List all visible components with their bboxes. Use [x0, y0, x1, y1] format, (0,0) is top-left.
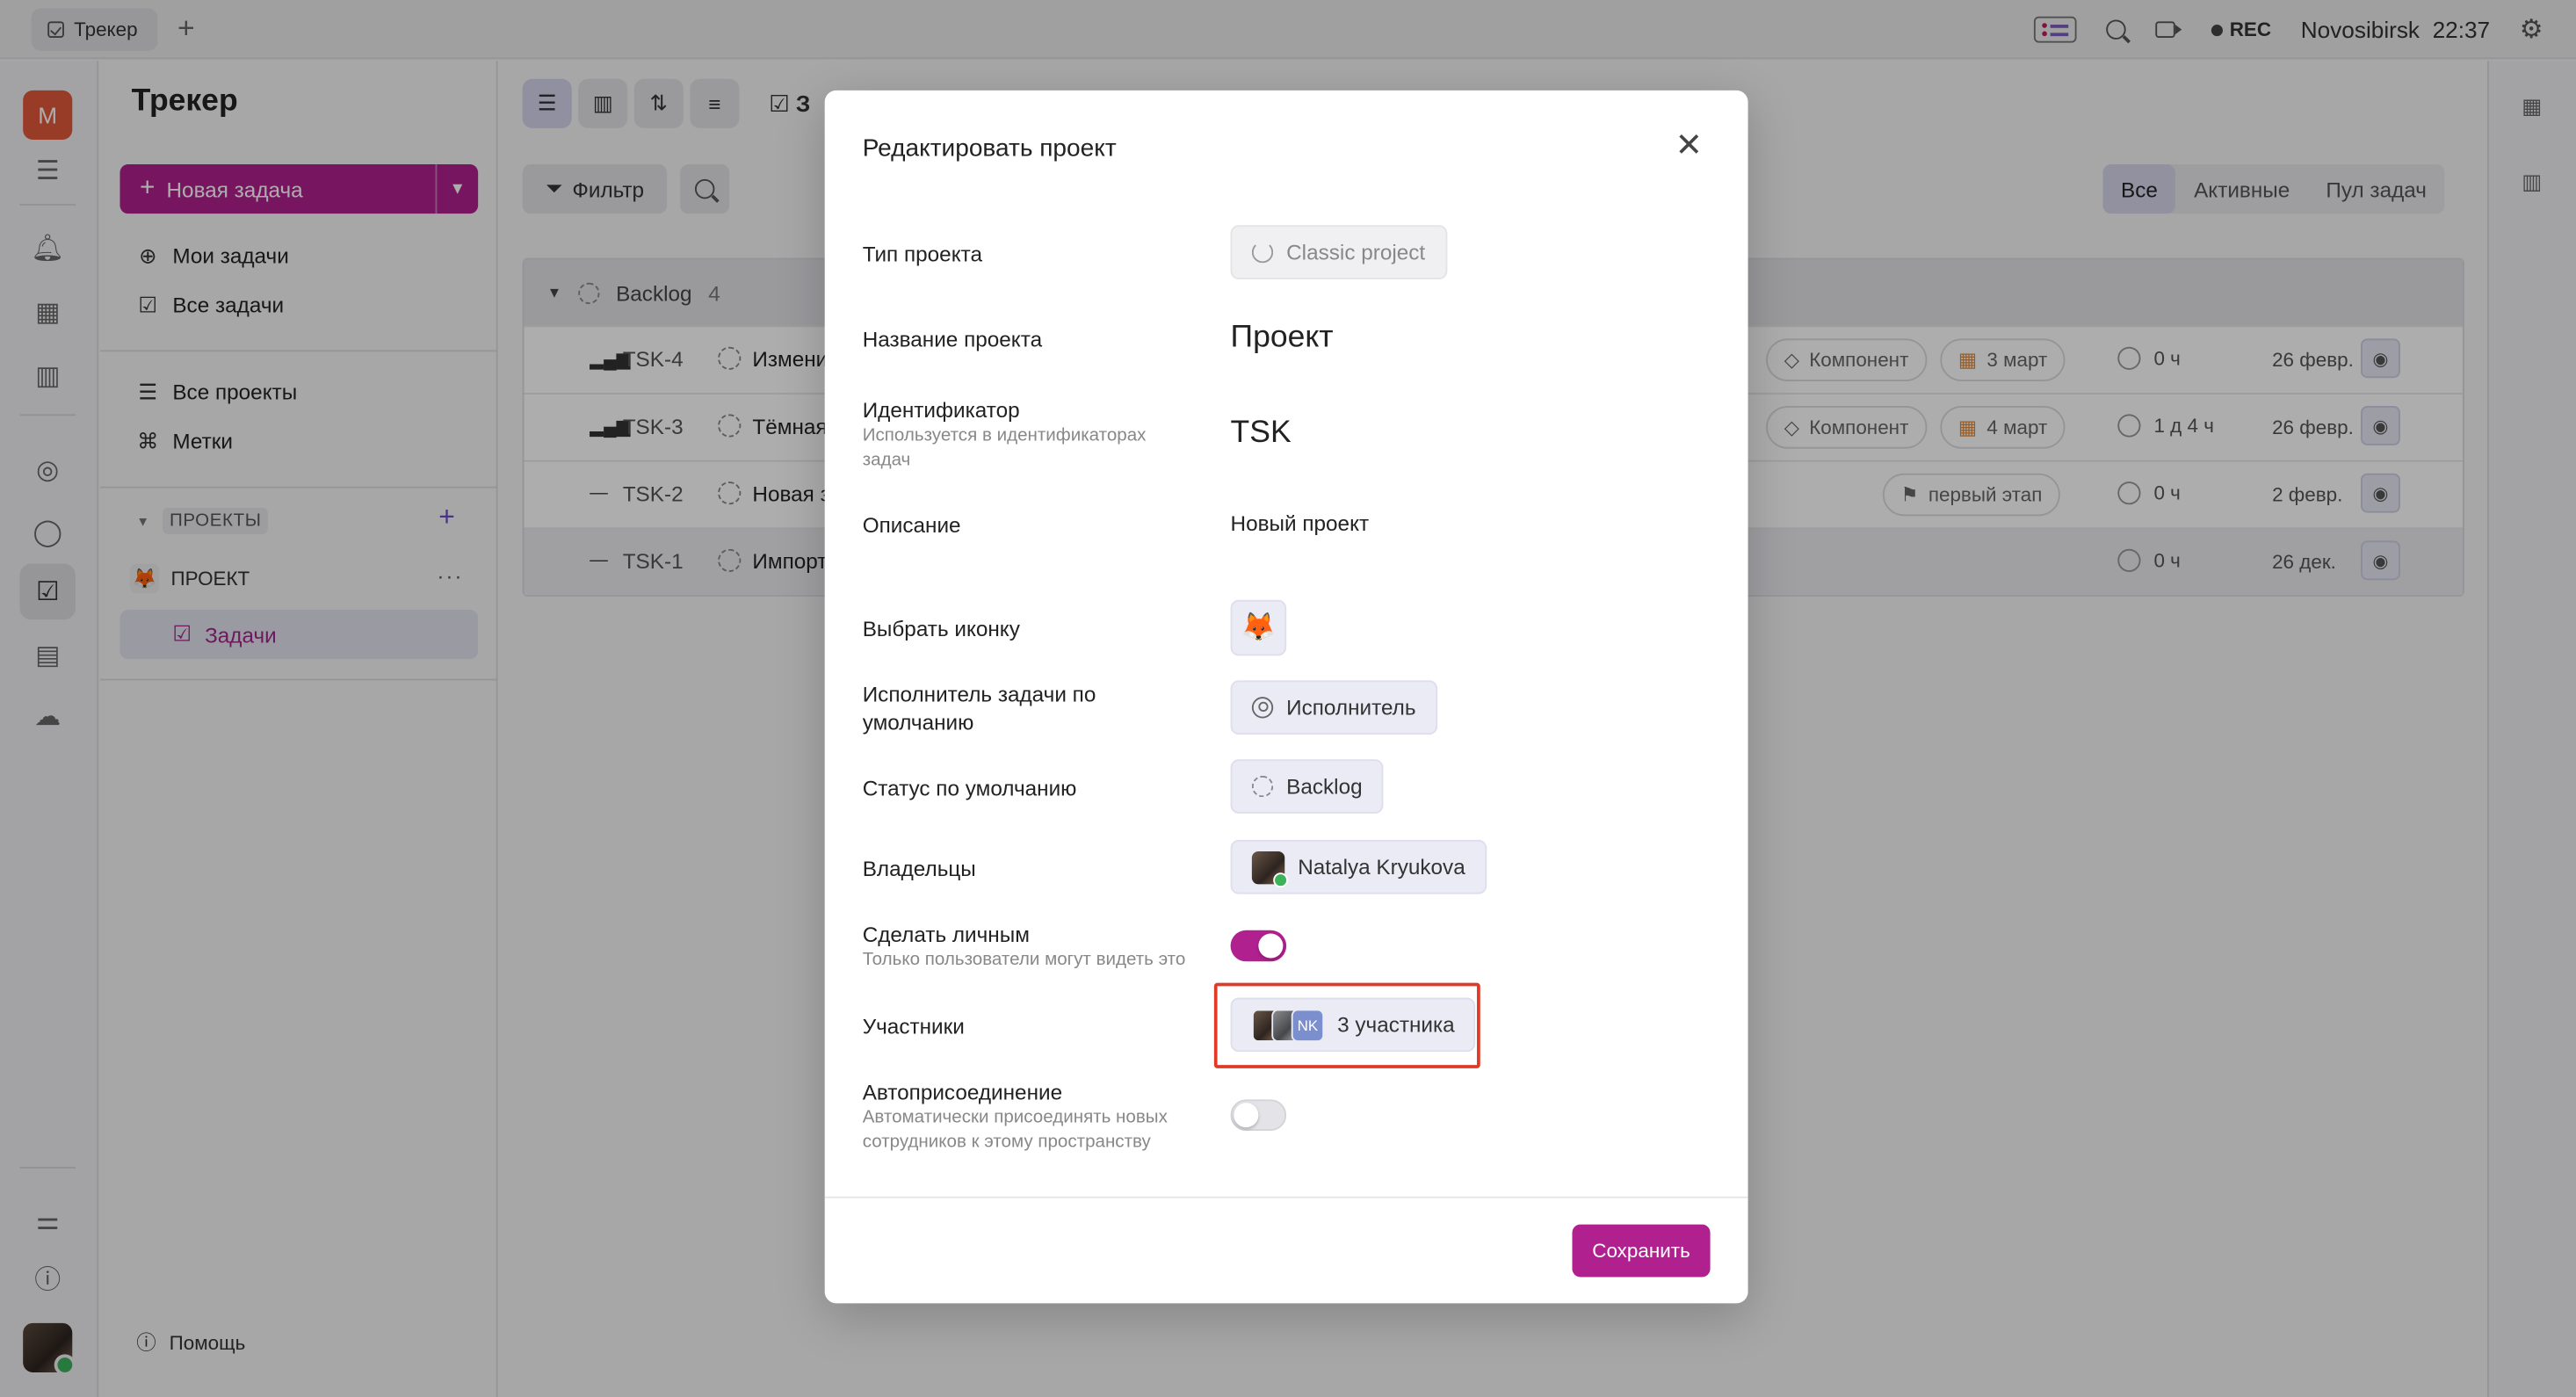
app-root: Трекер + REC Novosibirsk 22:37 ⚙ M ☰ 🔔︎ …: [0, 0, 2576, 1397]
assignee-value: Исполнитель: [1286, 695, 1416, 720]
autojoin-toggle[interactable]: [1230, 1099, 1287, 1131]
private-label: Сделать личным: [862, 922, 1030, 947]
modal-title: Редактировать проект: [862, 134, 1117, 163]
default-status-label: Статус по умолчанию: [862, 775, 1077, 800]
default-status-button[interactable]: Backlog: [1230, 759, 1384, 814]
status-value: Backlog: [1286, 774, 1363, 800]
owners-label: Владельцы: [862, 856, 976, 881]
toggle-knob: [1234, 1103, 1259, 1128]
private-toggle[interactable]: [1230, 930, 1287, 962]
edit-project-modal: Редактировать проект ✕ Тип проекта Class…: [824, 90, 1748, 1304]
owner-avatar: [1251, 851, 1289, 887]
project-name-label: Название проекта: [862, 327, 1043, 352]
refresh-icon: [1251, 241, 1274, 264]
identifier-input[interactable]: TSK: [1231, 416, 1292, 452]
private-hint: Только пользователи могут видеть это: [862, 950, 1186, 970]
save-button[interactable]: Сохранить: [1572, 1224, 1711, 1278]
close-icon[interactable]: ✕: [1673, 130, 1705, 163]
description-label: Описание: [862, 512, 961, 538]
toggle-knob: [1258, 933, 1284, 959]
default-assignee-button[interactable]: Исполнитель: [1230, 680, 1437, 735]
identifier-hint: Используется в идентификаторах задач: [862, 425, 1147, 470]
project-type-label: Тип проекта: [862, 241, 982, 267]
default-assignee-label: Исполнитель задачи по умолчанию: [862, 682, 1096, 735]
autojoin-label: Автоприсоединение: [862, 1079, 1063, 1105]
user-icon: [1251, 697, 1274, 719]
project-type-button[interactable]: Classic project: [1230, 225, 1447, 280]
fox-icon-picker[interactable]: 🦊: [1230, 599, 1287, 656]
icon-label: Выбрать иконку: [862, 616, 1020, 641]
project-name-input[interactable]: Проект: [1231, 321, 1334, 357]
identifier-label: Идентификатор: [862, 397, 1020, 423]
autojoin-hint: Автоматически присоединять новых сотрудн…: [862, 1107, 1168, 1153]
members-label: Участники: [862, 1014, 965, 1039]
project-type-value: Classic project: [1286, 240, 1426, 265]
owner-name: Natalya Kryukova: [1298, 854, 1465, 879]
modal-footer-divider: [824, 1196, 1748, 1198]
description-input[interactable]: Новый проект: [1231, 511, 1370, 536]
status-backlog-icon: [1251, 775, 1274, 798]
annotation-highlight-box: [1213, 982, 1480, 1068]
owners-button[interactable]: Natalya Kryukova: [1230, 839, 1487, 894]
